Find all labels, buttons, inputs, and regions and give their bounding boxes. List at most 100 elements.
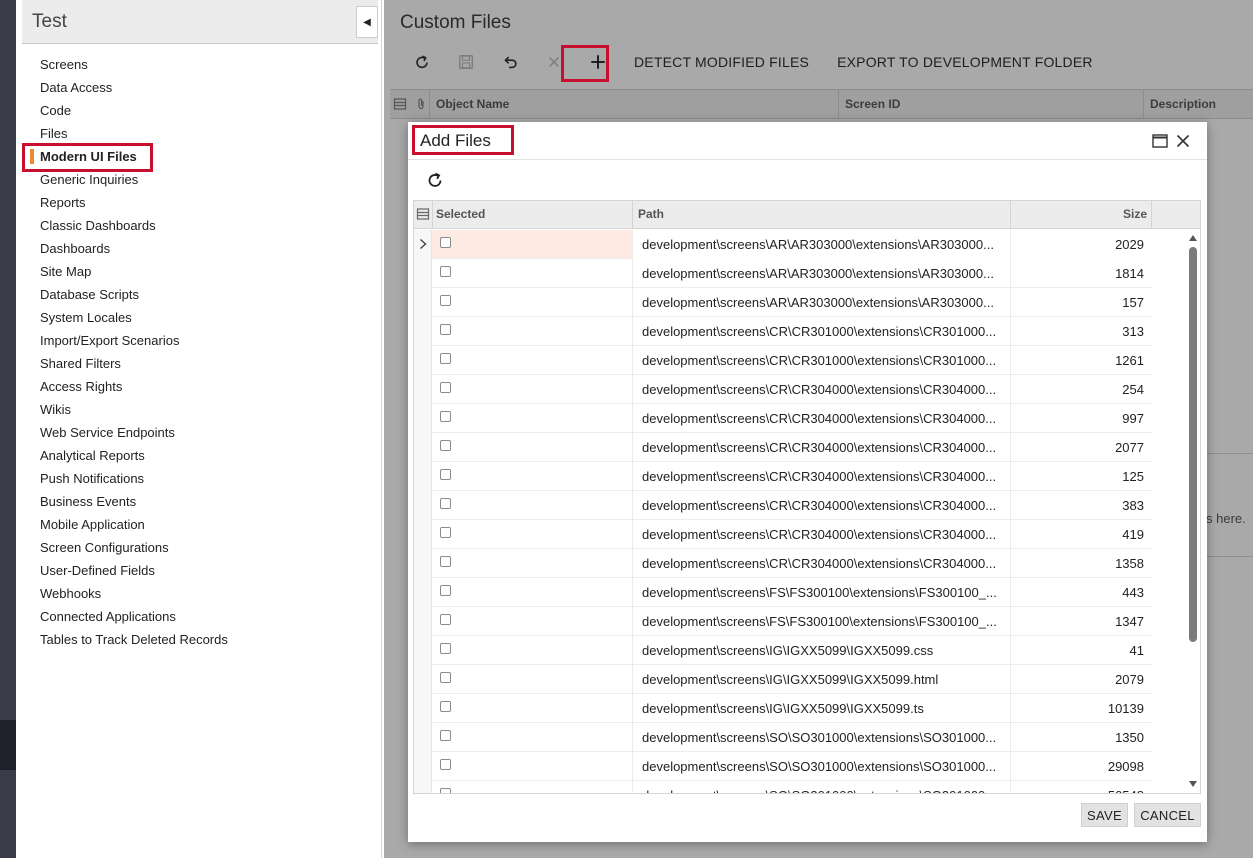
columns-config-icon[interactable] [416,207,430,221]
table-row[interactable]: development\screens\AR\AR303000\extensio… [414,230,1152,259]
table-row[interactable]: development\screens\CR\CR304000\extensio… [414,549,1152,578]
scrollbar-thumb[interactable] [1189,247,1197,642]
selected-checkbox[interactable] [440,411,451,422]
selected-checkbox[interactable] [440,643,451,654]
selected-checkbox[interactable] [440,324,451,335]
selected-cell [432,723,632,752]
selected-checkbox[interactable] [440,701,451,712]
column-selected[interactable]: Selected [432,201,632,228]
column-path[interactable]: Path [632,201,1010,228]
export-to-development-folder-button[interactable]: EXPORT TO DEVELOPMENT FOLDER [823,46,1107,78]
size-cell: 157 [1010,288,1152,317]
table-row[interactable]: development\screens\CR\CR304000\extensio… [414,491,1152,520]
sidebar-item-label: Code [40,103,72,118]
selected-checkbox[interactable] [440,527,451,538]
sidebar-item-data-access[interactable]: Data Access [16,76,382,99]
table-row[interactable]: development\screens\SO\SO301000\extensio… [414,723,1152,752]
undo-button[interactable] [488,46,532,78]
table-row[interactable]: development\screens\IG\IGXX5099\IGXX5099… [414,694,1152,723]
cancel-button[interactable]: CANCEL [1134,803,1201,827]
table-row[interactable]: development\screens\CR\CR304000\extensio… [414,375,1152,404]
scroll-up-icon[interactable] [1188,233,1198,243]
selected-checkbox[interactable] [440,498,451,509]
table-row[interactable]: development\screens\CR\CR301000\extensio… [414,317,1152,346]
selected-checkbox[interactable] [440,469,451,480]
column-object-name[interactable]: Object Name [429,90,838,118]
sidebar-item-access-rights[interactable]: Access Rights [16,375,382,398]
selected-checkbox[interactable] [440,759,451,770]
table-row[interactable]: development\screens\CR\CR304000\extensio… [414,520,1152,549]
selected-checkbox[interactable] [440,266,451,277]
sidebar-item-classic-dashboards[interactable]: Classic Dashboards [16,214,382,237]
selected-checkbox[interactable] [440,237,451,248]
table-row[interactable]: development\screens\CR\CR304000\extensio… [414,433,1152,462]
row-gutter [414,694,432,723]
sidebar-item-analytical-reports[interactable]: Analytical Reports [16,444,382,467]
selected-checkbox[interactable] [440,672,451,683]
sidebar-item-push-notifications[interactable]: Push Notifications [16,467,382,490]
sidebar-item-shared-filters[interactable]: Shared Filters [16,352,382,375]
table-row[interactable]: development\screens\IG\IGXX5099\IGXX5099… [414,665,1152,694]
sidebar-item-business-events[interactable]: Business Events [16,490,382,513]
collapse-sidebar-button[interactable]: ◀ [356,6,378,38]
save-toolbar-button[interactable] [444,46,488,78]
undo-icon [504,56,517,69]
table-row[interactable]: development\screens\FS\FS300100\extensio… [414,607,1152,636]
path-cell: development\screens\FS\FS300100\extensio… [632,607,1010,636]
sidebar-item-code[interactable]: Code [16,99,382,122]
sidebar-item-system-locales[interactable]: System Locales [16,306,382,329]
selected-checkbox[interactable] [440,585,451,596]
columns-config-icon[interactable] [393,97,407,111]
sidebar-item-label: Business Events [40,494,137,509]
selected-checkbox[interactable] [440,353,451,364]
sidebar-item-import-export-scenarios[interactable]: Import/Export Scenarios [16,329,382,352]
table-row[interactable]: development\screens\CR\CR301000\extensio… [414,346,1152,375]
selected-checkbox[interactable] [440,382,451,393]
table-row[interactable]: development\screens\AR\AR303000\extensio… [414,288,1152,317]
sidebar-item-screens[interactable]: Screens [16,53,382,76]
sidebar-item-mobile-application[interactable]: Mobile Application [16,513,382,536]
sidebar-item-screen-configurations[interactable]: Screen Configurations [16,536,382,559]
row-gutter [414,578,432,607]
table-scrollbar[interactable] [1187,231,1199,793]
scroll-down-icon[interactable] [1188,779,1198,789]
selected-checkbox[interactable] [440,788,451,793]
close-icon[interactable] [1174,132,1192,150]
selected-checkbox[interactable] [440,295,451,306]
sidebar-item-web-service-endpoints[interactable]: Web Service Endpoints [16,421,382,444]
sidebar-item-label: System Locales [40,310,132,325]
refresh-button[interactable] [400,46,444,78]
sidebar-item-connected-applications[interactable]: Connected Applications [16,605,382,628]
table-row[interactable]: development\screens\AR\AR303000\extensio… [414,259,1152,288]
sidebar-item-user-defined-fields[interactable]: User-Defined Fields [16,559,382,582]
table-row[interactable]: development\screens\CR\CR304000\extensio… [414,462,1152,491]
selected-checkbox[interactable] [440,730,451,741]
files-table: Selected Path Size development\screens\A… [413,200,1201,794]
column-size[interactable]: Size [1010,201,1152,228]
save-button[interactable]: SAVE [1081,803,1128,827]
table-row[interactable]: development\screens\SO\SO301000\extensio… [414,781,1152,793]
sidebar-item-files[interactable]: Files [16,122,382,145]
sidebar-item-dashboards[interactable]: Dashboards [16,237,382,260]
selected-checkbox[interactable] [440,614,451,625]
table-row[interactable]: development\screens\FS\FS300100\extensio… [414,578,1152,607]
selected-checkbox[interactable] [440,440,451,451]
maximize-icon[interactable] [1151,132,1169,150]
table-row[interactable]: development\screens\SO\SO301000\extensio… [414,752,1152,781]
path-cell: development\screens\CR\CR304000\extensio… [632,433,1010,462]
sidebar-item-site-map[interactable]: Site Map [16,260,382,283]
table-row[interactable]: development\screens\CR\CR304000\extensio… [414,404,1152,433]
table-row[interactable]: development\screens\IG\IGXX5099\IGXX5099… [414,636,1152,665]
sidebar-item-tables-to-track-deleted-records[interactable]: Tables to Track Deleted Records [16,628,382,651]
detect-modified-files-button[interactable]: DETECT MODIFIED FILES [620,46,823,78]
sidebar-item-wikis[interactable]: Wikis [16,398,382,421]
refresh-icon[interactable] [425,170,445,190]
sidebar-item-reports[interactable]: Reports [16,191,382,214]
column-screen-id[interactable]: Screen ID [838,90,1143,118]
sidebar-item-database-scripts[interactable]: Database Scripts [16,283,382,306]
column-description[interactable]: Description [1143,90,1253,118]
page-title: Custom Files [400,12,511,33]
sidebar-item-label: Import/Export Scenarios [40,333,180,348]
sidebar-item-webhooks[interactable]: Webhooks [16,582,382,605]
selected-checkbox[interactable] [440,556,451,567]
